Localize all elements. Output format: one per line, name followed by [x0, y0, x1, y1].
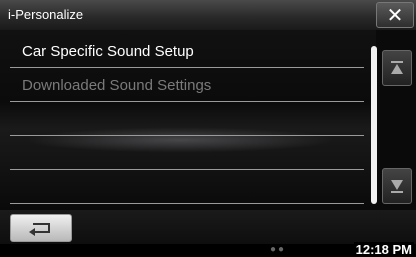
scrollbar-thumb[interactable]: [371, 46, 377, 204]
menu-list: Car Specific Sound Setup Downloaded Soun…: [0, 30, 376, 210]
window-title: i-Personalize: [8, 7, 84, 22]
status-icons: ●●: [270, 244, 287, 255]
status-bar: ●● 12:18 PM: [0, 242, 416, 257]
back-arrow-icon: [29, 223, 50, 236]
close-icon: ✕: [386, 4, 404, 27]
title-bar: i-Personalize ✕: [0, 0, 416, 31]
scroll-down-button[interactable]: [382, 168, 412, 204]
scroll-up-icon: [391, 61, 403, 74]
list-item-label: Car Specific Sound Setup: [22, 43, 194, 60]
list-item-empty: [10, 170, 364, 204]
close-button[interactable]: ✕: [376, 2, 414, 28]
clock: 12:18 PM: [353, 242, 414, 257]
list-item-downloaded-sound-settings: Downloaded Sound Settings: [10, 68, 364, 102]
back-button[interactable]: [10, 214, 72, 242]
list-item-car-specific-sound-setup[interactable]: Car Specific Sound Setup: [10, 34, 364, 68]
list-item-label: Downloaded Sound Settings: [22, 77, 212, 94]
list-item-empty: [10, 136, 364, 170]
scroll-up-button[interactable]: [382, 50, 412, 86]
scroll-down-icon: [391, 180, 403, 193]
list-item-empty: [10, 102, 364, 136]
